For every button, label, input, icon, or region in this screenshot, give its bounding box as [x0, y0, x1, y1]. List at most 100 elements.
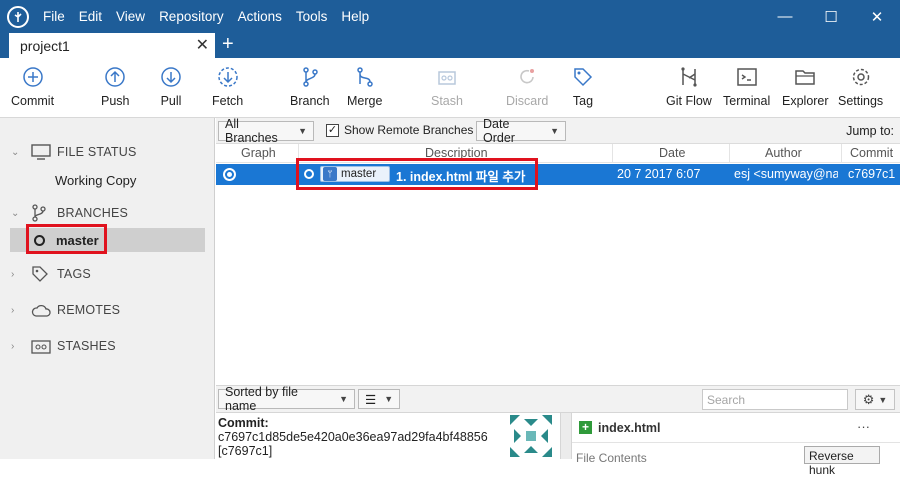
sourcetree-logo-icon [7, 5, 29, 28]
branch-icon [31, 204, 53, 222]
file-name[interactable]: index.html [598, 421, 661, 435]
commit-icon [22, 67, 43, 87]
tag-button[interactable]: Tag [572, 66, 594, 108]
window-controls: — ☐ ✕ [762, 0, 900, 33]
jump-to-label: Jump to: [846, 124, 894, 138]
file-list-toolbar: Sorted by file name ▼ ☰ ▼ Search ⚙ ▼ [216, 385, 900, 413]
pull-button[interactable]: Pull [160, 66, 182, 108]
column-author[interactable]: Author [765, 146, 802, 160]
discard-button[interactable]: Discard [506, 66, 548, 108]
file-diff-panel: + index.html ··· File Contents Reverse h… [572, 413, 900, 477]
menu-repository[interactable]: Repository [159, 9, 224, 24]
new-tab-button[interactable]: + [222, 34, 234, 54]
chevron-right-icon[interactable]: › [11, 305, 23, 316]
push-icon [105, 67, 125, 87]
cloud-icon [31, 303, 53, 317]
chevron-right-icon[interactable]: › [11, 269, 23, 280]
reverse-hunk-button[interactable]: Reverse hunk [804, 446, 880, 477]
column-date[interactable]: Date [659, 146, 685, 160]
sidebar-item-working-copy[interactable]: Working Copy [55, 173, 136, 188]
chevron-down-icon: ▼ [298, 126, 307, 136]
column-divider[interactable] [841, 144, 842, 163]
monitor-icon [31, 144, 53, 160]
merge-button[interactable]: Merge [347, 66, 382, 108]
order-dropdown[interactable]: Date Order ▼ [476, 117, 566, 145]
menu-tools[interactable]: Tools [296, 9, 328, 24]
sidebar-section-remotes[interactable]: › REMOTES [0, 299, 215, 321]
tab-title: project1 [20, 37, 70, 54]
terminal-button[interactable]: Terminal [723, 66, 770, 108]
tab-close-icon[interactable]: ✕ [196, 35, 209, 55]
column-commit[interactable]: Commit [850, 146, 893, 160]
file-diff-header: + index.html ··· [572, 413, 900, 443]
highlight-box-master [26, 224, 107, 254]
explorer-button[interactable]: Explorer [782, 66, 829, 108]
fetch-button[interactable]: Fetch [212, 66, 243, 108]
list-icon: ☰ [365, 392, 377, 407]
stash-icon [31, 338, 53, 354]
tag-icon [31, 265, 53, 283]
pull-icon [161, 67, 181, 87]
sidebar: ⌄ FILE STATUS Working Copy ⌄ BRANCHES ma… [0, 118, 215, 459]
gitflow-icon [681, 67, 697, 87]
close-window-button[interactable]: ✕ [854, 0, 900, 33]
menu-file[interactable]: File [43, 9, 65, 24]
chevron-right-icon[interactable]: › [11, 341, 23, 352]
tab-strip: project1 ✕ + [0, 33, 900, 58]
column-graph[interactable]: Graph [241, 146, 276, 160]
toolbar: Commit Push Pull Fetch Branch Merge Stas… [0, 58, 900, 118]
sidebar-section-file-status[interactable]: ⌄ FILE STATUS [0, 141, 215, 163]
terminal-icon [736, 68, 757, 86]
merge-icon [356, 67, 373, 87]
show-remote-branches-checkbox[interactable]: ✓ Show Remote Branches [326, 123, 473, 137]
commit-date: 20 7 2017 6:07 [617, 167, 701, 181]
highlight-box-commit [296, 158, 538, 190]
more-options-icon[interactable]: ··· [857, 419, 870, 434]
sort-dropdown[interactable]: Sorted by file name ▼ [218, 385, 355, 413]
gear-icon: ⚙ [862, 391, 875, 407]
title-bar: File Edit View Repository Actions Tools … [0, 0, 900, 33]
folder-icon [795, 70, 816, 85]
menu-edit[interactable]: Edit [79, 9, 102, 24]
menu-actions[interactable]: Actions [238, 9, 282, 24]
sidebar-section-tags[interactable]: › TAGS [0, 263, 215, 285]
commit-author: esj <sumyway@na [734, 167, 838, 181]
chevron-down-icon: ▼ [339, 394, 348, 404]
column-divider[interactable] [729, 144, 730, 163]
chevron-down-icon: ▼ [550, 126, 559, 136]
sidebar-section-stashes[interactable]: › STASHES [0, 335, 215, 357]
chevron-down-icon[interactable]: ⌄ [11, 147, 23, 158]
menu-view[interactable]: View [116, 9, 145, 24]
file-contents-label: File Contents [576, 451, 647, 465]
settings-button[interactable]: Settings [838, 66, 883, 108]
gear-icon [852, 68, 869, 86]
column-divider[interactable] [612, 144, 613, 163]
fetch-icon [217, 67, 238, 87]
stash-button[interactable]: Stash [431, 66, 463, 108]
sidebar-section-branches[interactable]: ⌄ BRANCHES [0, 202, 215, 224]
pane-splitter[interactable] [560, 413, 572, 459]
file-added-icon: + [579, 421, 592, 434]
options-button[interactable]: ⚙ ▼ [855, 389, 895, 410]
push-button[interactable]: Push [101, 66, 130, 108]
commit-button[interactable]: Commit [11, 66, 54, 108]
search-input[interactable]: Search [702, 389, 848, 410]
graph-node-icon [223, 168, 236, 181]
gitflow-button[interactable]: Git Flow [666, 66, 712, 108]
minimize-button[interactable]: — [762, 0, 808, 33]
menu-help[interactable]: Help [341, 9, 369, 24]
branches-dropdown[interactable]: All Branches ▼ [218, 117, 314, 145]
branch-button[interactable]: Branch [290, 66, 330, 108]
maximize-button[interactable]: ☐ [808, 0, 854, 33]
avatar [510, 415, 552, 457]
chevron-down-icon[interactable]: ⌄ [11, 208, 23, 219]
view-mode-dropdown[interactable]: ☰ ▼ [358, 389, 400, 409]
tab-project1[interactable]: project1 ✕ [9, 33, 215, 58]
commit-hash: c7697c1 [848, 167, 896, 181]
chevron-down-icon: ▼ [384, 394, 394, 404]
checkmark-icon: ✓ [326, 123, 339, 137]
stash-icon [438, 71, 456, 85]
filter-bar: All Branches ▼ ✓ Show Remote Branches Dat… [216, 117, 900, 145]
branch-icon [303, 67, 318, 87]
chevron-down-icon: ▼ [878, 394, 888, 405]
